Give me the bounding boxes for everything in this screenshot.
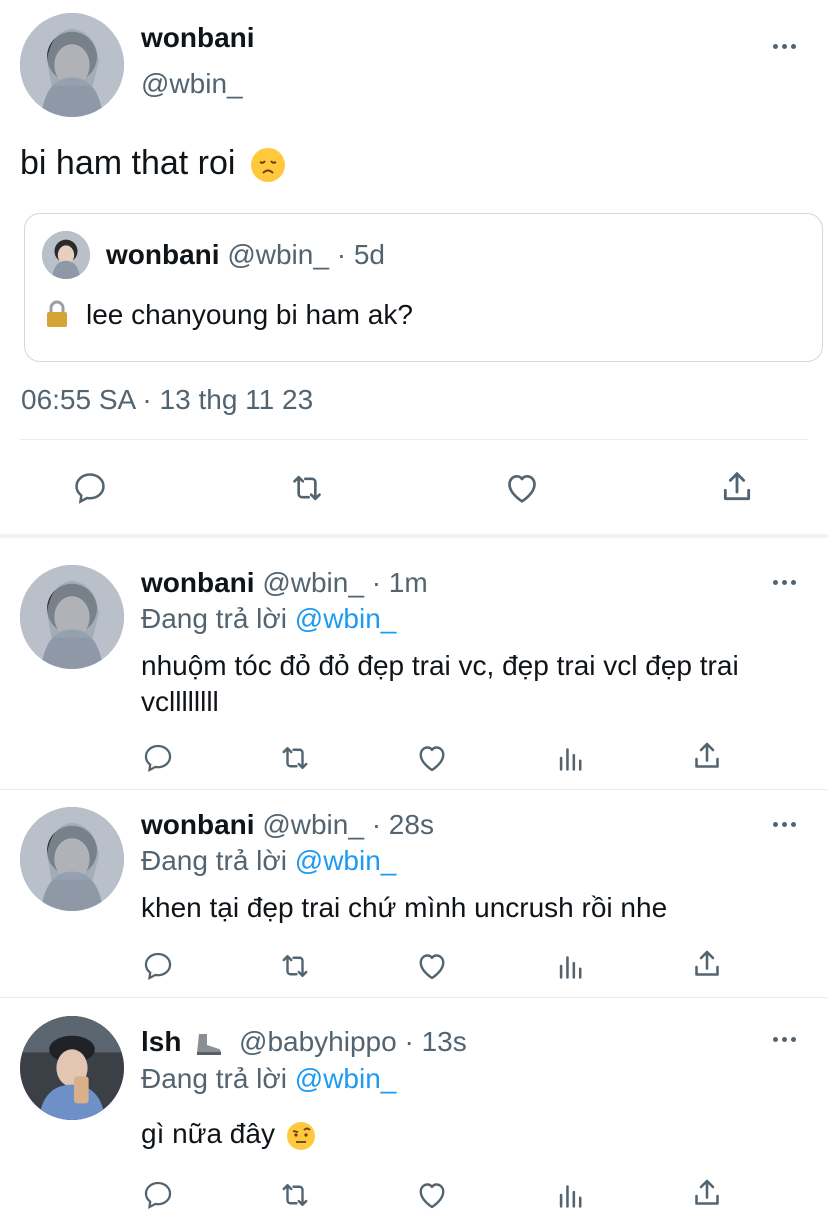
display-name[interactable]: lsh — [141, 1026, 181, 1057]
reply-icon[interactable] — [140, 1177, 176, 1213]
quoted-tweet-card[interactable] — [24, 213, 823, 362]
more-options-icon[interactable] — [773, 44, 796, 49]
reply-age: · 28s — [371, 809, 434, 840]
analytics-icon[interactable] — [553, 740, 589, 776]
reply-icon[interactable] — [70, 468, 110, 508]
quoted-age: 5d — [353, 239, 385, 270]
replying-to: Đang trả lời @wbin_ — [141, 845, 397, 876]
quoted-display-name: wonbani — [106, 239, 220, 270]
handle[interactable]: @wbin_ — [141, 68, 243, 100]
reply-header: wonbani @wbin_ · 1m — [141, 567, 428, 599]
handle[interactable]: @wbin_ — [262, 809, 364, 840]
reply-icon[interactable] — [140, 740, 176, 776]
avatar[interactable] — [20, 807, 124, 911]
reply-icon[interactable] — [140, 948, 176, 984]
replying-to: Đang trả lời @wbin_ — [141, 1063, 397, 1094]
share-icon[interactable] — [689, 1175, 725, 1211]
divider — [20, 439, 808, 440]
divider — [0, 997, 828, 998]
retweet-icon[interactable] — [277, 1177, 313, 1213]
display-name[interactable]: wonbani — [141, 809, 255, 840]
divider — [0, 789, 828, 790]
timestamp[interactable]: 06:55 SA · 13 thg 11 23 — [21, 384, 313, 416]
like-icon[interactable] — [414, 1177, 450, 1213]
retweet-icon[interactable] — [277, 948, 313, 984]
share-icon[interactable] — [689, 738, 725, 774]
boot-icon — [193, 1032, 223, 1056]
analytics-icon[interactable] — [553, 948, 589, 984]
like-icon[interactable] — [414, 740, 450, 776]
share-icon[interactable] — [716, 466, 758, 508]
quoted-header: wonbani @wbin_ · 5d — [106, 239, 385, 271]
quoted-handle: @wbin_ — [227, 239, 329, 270]
avatar[interactable] — [20, 1016, 124, 1120]
disappointed-face-icon — [250, 148, 285, 183]
reply-text: nhuộm tóc đỏ đỏ đẹp trai vc, đẹp trai vc… — [141, 650, 739, 717]
avatar[interactable] — [20, 13, 124, 117]
retweet-icon[interactable] — [285, 468, 329, 508]
more-options-icon[interactable] — [773, 1037, 796, 1042]
like-icon[interactable] — [414, 948, 450, 984]
quoted-text: lee chanyoung bi ham ak? — [86, 299, 413, 330]
handle[interactable]: @babyhippo — [239, 1026, 397, 1057]
replying-to-link[interactable]: @wbin_ — [295, 603, 397, 634]
avatar — [42, 231, 90, 279]
retweet-icon[interactable] — [277, 740, 313, 776]
more-options-icon[interactable] — [773, 580, 796, 585]
reply-age: · 13s — [404, 1026, 467, 1057]
reply-text: gì nữa đây — [141, 1118, 315, 1150]
more-options-icon[interactable] — [773, 822, 796, 827]
reply-header: wonbani @wbin_ · 28s — [141, 809, 434, 841]
display-name[interactable]: wonbani — [141, 22, 255, 54]
display-name[interactable]: wonbani — [141, 567, 255, 598]
reply-header: lsh @babyhippo · 13s — [141, 1026, 467, 1058]
tweet-text: bi ham that roi — [20, 144, 285, 183]
analytics-icon[interactable] — [553, 1177, 589, 1213]
avatar[interactable] — [20, 565, 124, 669]
reply-text: khen tại đẹp trai chứ mình uncrush rồi n… — [141, 892, 668, 923]
face-with-raised-eyebrow-icon — [286, 1121, 315, 1150]
section-divider — [0, 534, 828, 538]
replying-to-link[interactable]: @wbin_ — [295, 845, 397, 876]
lock-icon — [44, 300, 70, 328]
reply-age: · 1m — [371, 567, 428, 598]
replying-to: Đang trả lời @wbin_ — [141, 603, 397, 634]
replying-to-link[interactable]: @wbin_ — [295, 1063, 397, 1094]
handle[interactable]: @wbin_ — [262, 567, 364, 598]
separator: · — [336, 239, 347, 270]
like-icon[interactable] — [501, 468, 543, 508]
share-icon[interactable] — [689, 946, 725, 982]
